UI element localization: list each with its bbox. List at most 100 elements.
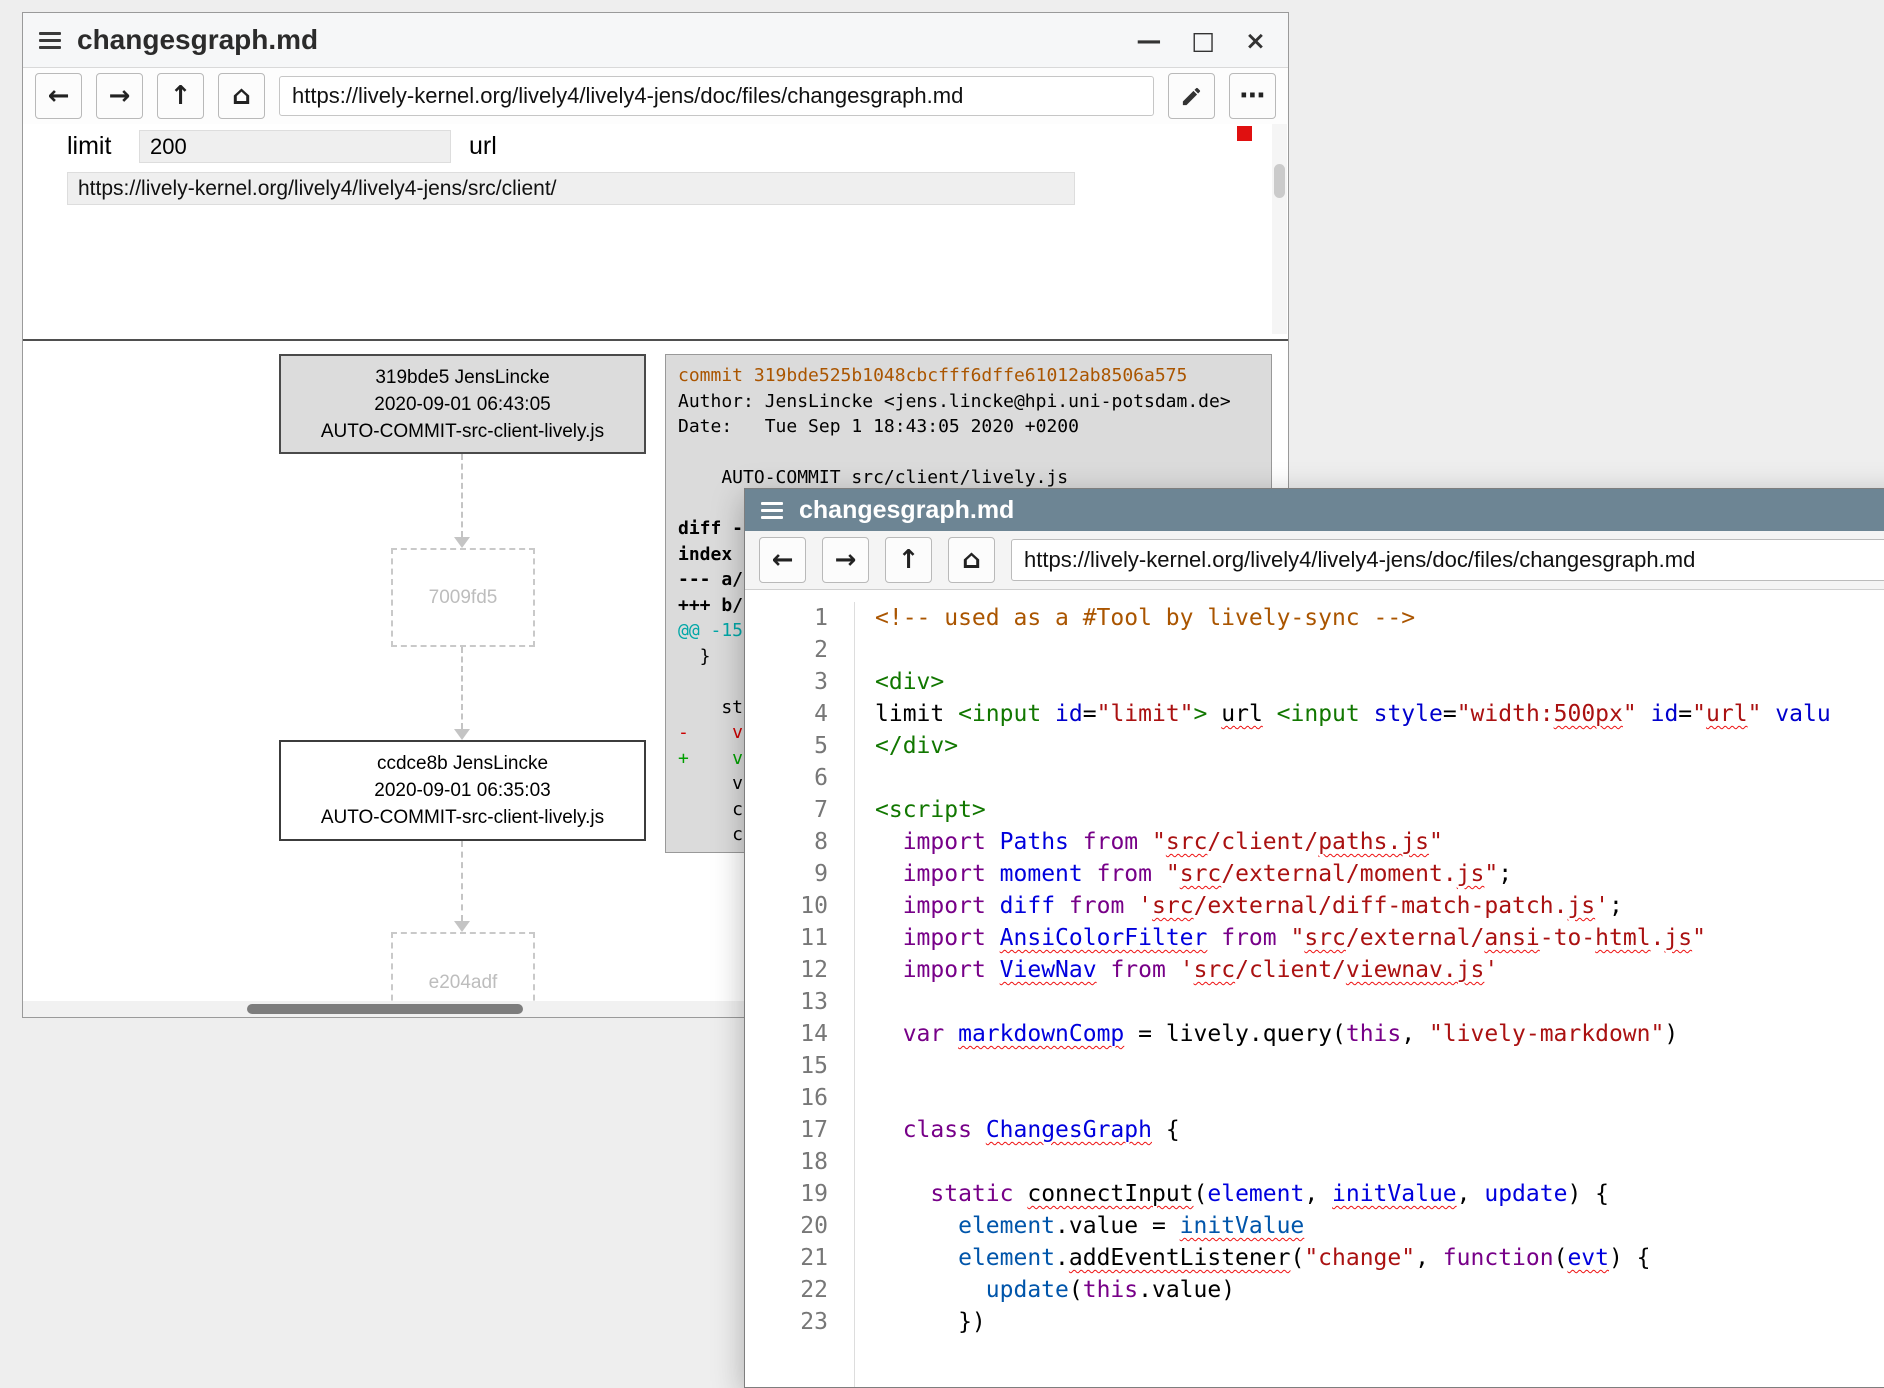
code-line[interactable]: element.addEventListener("change", funct… [875,1242,1884,1274]
line-number: 8 [745,826,828,858]
line-number: 17 [745,1114,828,1146]
code-line[interactable]: <script> [875,794,1884,826]
line-number: 1 [745,602,828,634]
line-number: 20 [745,1210,828,1242]
line-number: 18 [745,1146,828,1178]
back-icon: ← [772,545,794,575]
code-line[interactable]: import moment from "src/external/moment.… [875,858,1884,890]
commit-node[interactable]: ccdce8b JensLincke 2020-09-01 06:35:03 A… [279,740,646,841]
vertical-scrollbar-thumb[interactable] [1274,164,1285,198]
forward-icon: → [109,81,131,111]
window-title: changesgraph.md [77,24,1120,56]
back-button[interactable]: ← [35,73,82,119]
arrow-head-icon [454,537,470,548]
code-line[interactable]: class ChangesGraph { [875,1114,1884,1146]
line-number: 13 [745,986,828,1018]
status-indicator [1237,126,1252,141]
query-form: limit url [23,124,1288,339]
forward-button[interactable]: → [96,73,143,119]
back-icon: ← [48,81,70,111]
repo-url-input[interactable] [67,172,1075,205]
forward-icon: → [835,545,857,575]
limit-input[interactable] [139,130,451,163]
code-line[interactable] [875,986,1884,1018]
edit-button[interactable] [1168,73,1215,119]
line-number: 3 [745,666,828,698]
line-number: 16 [745,1082,828,1114]
maximize-icon[interactable]: □ [1191,28,1215,53]
menu-icon[interactable] [761,502,783,519]
horizontal-scrollbar-thumb[interactable] [247,1004,523,1014]
graph-arrow [452,647,472,740]
home-button[interactable]: ⌂ [218,73,265,119]
window-title: changesgraph.md [799,496,1014,525]
line-number: 23 [745,1306,828,1338]
titlebar[interactable]: changesgraph.md [745,489,1884,531]
line-number: 9 [745,858,828,890]
titlebar[interactable]: changesgraph.md — □ × [23,13,1288,68]
forward-button[interactable]: → [822,537,869,583]
desktop: { "colors": { "active_titlebar": "#6d859… [0,0,1884,1323]
home-button[interactable]: ⌂ [948,537,995,583]
navigation-toolbar: ← → ↑ ⌂ ⋯ [23,68,1288,124]
code-line[interactable]: update(this.value) [875,1274,1884,1306]
address-input[interactable] [1011,539,1884,581]
close-icon[interactable]: × [1245,28,1266,53]
code-line[interactable] [875,1146,1884,1178]
home-icon: ⌂ [232,81,251,111]
code-line[interactable] [875,1082,1884,1114]
commit-date: 2020-09-01 06:35:03 [281,777,644,804]
commit-message: AUTO-COMMIT-src-client-lively.js [281,804,644,831]
minimize-icon[interactable]: — [1136,28,1161,53]
address-input[interactable] [279,76,1154,116]
commit-detail-line: Date: Tue Sep 1 18:43:05 2020 +0200 [678,414,1259,440]
url-label: url [469,132,497,161]
line-number: 21 [745,1242,828,1274]
up-button[interactable]: ↑ [885,537,932,583]
menu-icon[interactable] [39,32,61,49]
limit-label: limit [67,132,111,161]
window-changesgraph-editor: changesgraph.md ← → ↑ ⌂ 1234567891011121… [744,488,1884,1388]
line-number: 22 [745,1274,828,1306]
line-number: 4 [745,698,828,730]
code-line[interactable]: import diff from 'src/external/diff-matc… [875,890,1884,922]
commit-hash-author: 319bde5 JensLincke [281,364,644,391]
editor-code[interactable]: <!-- used as a #Tool by lively-sync --> … [855,602,1884,1387]
code-line[interactable] [875,762,1884,794]
commit-detail-line: AUTO-COMMIT src/client/lively.js [678,465,1259,491]
code-line[interactable]: static connectInput(element, initValue, … [875,1178,1884,1210]
ghost-commit-node[interactable]: e204adf [391,932,535,1001]
more-button[interactable]: ⋯ [1229,73,1276,119]
code-line[interactable]: var markdownComp = lively.query(this, "l… [875,1018,1884,1050]
code-editor[interactable]: 1234567891011121314151617181920212223 <!… [745,590,1884,1387]
up-icon: ↑ [898,545,920,575]
ghost-commit-node[interactable]: 7009fd5 [391,548,535,647]
code-line[interactable]: <div> [875,666,1884,698]
code-line[interactable]: element.value = initValue [875,1210,1884,1242]
up-button[interactable]: ↑ [157,73,204,119]
line-number: 15 [745,1050,828,1082]
code-line[interactable] [875,1050,1884,1082]
code-line[interactable]: }) [875,1306,1884,1338]
code-line[interactable] [875,634,1884,666]
commit-node[interactable]: 319bde5 JensLincke 2020-09-01 06:43:05 A… [279,354,646,454]
line-number: 14 [745,1018,828,1050]
arrow-head-icon [454,921,470,932]
editor-gutter: 1234567891011121314151617181920212223 [745,602,855,1387]
code-line[interactable]: <!-- used as a #Tool by lively-sync --> [875,602,1884,634]
home-icon: ⌂ [962,545,981,575]
code-line[interactable]: import Paths from "src/client/paths.js" [875,826,1884,858]
vertical-scrollbar[interactable] [1272,124,1287,334]
line-number: 10 [745,890,828,922]
line-number: 12 [745,954,828,986]
graph-arrow [452,454,472,548]
commit-detail-line: commit 319bde525b1048cbcfff6dffe61012ab8… [678,363,1259,389]
graph-arrow [452,841,472,932]
back-button[interactable]: ← [759,537,806,583]
code-line[interactable]: </div> [875,730,1884,762]
code-line[interactable]: import ViewNav from 'src/client/viewnav.… [875,954,1884,986]
code-line[interactable]: limit <input id="limit"> url <input styl… [875,698,1884,730]
line-number: 6 [745,762,828,794]
code-line[interactable]: import AnsiColorFilter from "src/externa… [875,922,1884,954]
line-number: 19 [745,1178,828,1210]
